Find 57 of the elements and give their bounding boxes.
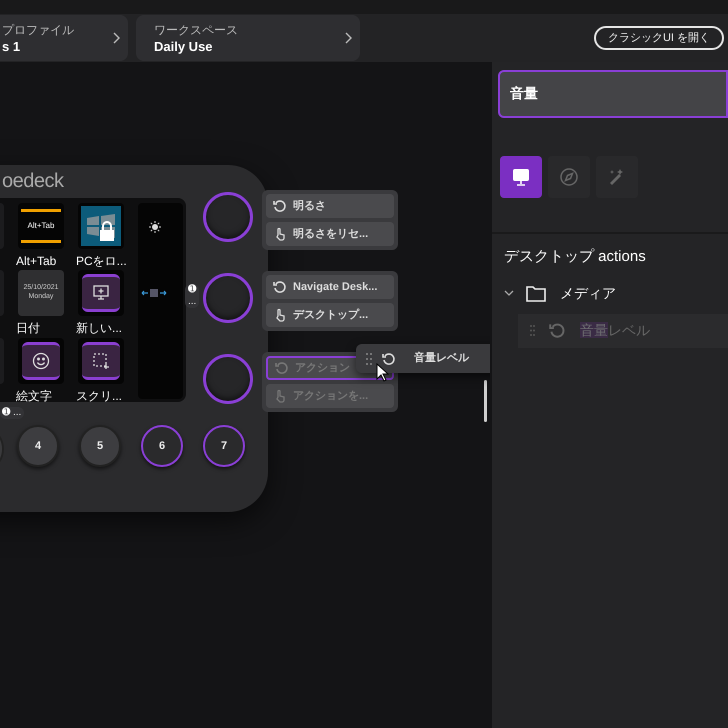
monitor-plus-icon — [92, 284, 110, 302]
action-label: 音量レベル — [580, 321, 650, 340]
page-number: ➊ — [188, 285, 196, 295]
search-field[interactable]: 音量 — [498, 70, 728, 118]
selector-value: s 1 — [2, 40, 22, 52]
os-monitor-icon — [511, 167, 531, 187]
dragged-action-card[interactable]: 音量レベル — [356, 344, 490, 373]
brightness-icon — [149, 221, 161, 233]
key-label: 日付 — [16, 320, 40, 337]
key-label: 絵文字 — [16, 388, 52, 405]
cursor-icon — [376, 363, 389, 382]
rotate-icon — [275, 361, 289, 375]
rotate-icon — [273, 199, 287, 213]
key-label: PCをロ... — [76, 253, 127, 270]
key-tile[interactable] — [78, 338, 124, 384]
section-title: デスクトップ actions — [504, 247, 647, 267]
rotate-icon — [382, 352, 396, 366]
action-slot[interactable]: 明るさをリセ... — [266, 222, 394, 246]
page-badge[interactable]: ➊ ... — [0, 407, 24, 419]
drag-handle-icon — [366, 352, 372, 364]
key-label: Alt+Tab — [16, 253, 56, 270]
key-tile[interactable] — [18, 338, 64, 384]
action-slot[interactable]: Navigate Desk... — [266, 275, 394, 299]
selector-label: ワークスペース — [154, 24, 238, 36]
workspace-selector[interactable]: ワークスペース Daily Use — [136, 15, 360, 61]
page-number: ➊ — [2, 408, 10, 418]
chevron-down-icon[interactable] — [504, 288, 514, 298]
compass-icon — [559, 167, 579, 187]
screenshot-icon — [92, 352, 110, 370]
smiley-icon — [32, 352, 50, 370]
action-slot[interactable]: デスクトップ... — [266, 303, 394, 327]
more-text: ... — [187, 297, 198, 307]
chevron-right-icon — [344, 32, 352, 44]
more-text: ... — [12, 408, 22, 418]
scrollbar-thumb[interactable] — [484, 380, 487, 422]
category-tab[interactable] — [500, 156, 542, 198]
selector-label: プロファイル — [2, 24, 74, 36]
key-label: 新しい... — [76, 320, 122, 337]
key-tile[interactable] — [78, 270, 124, 316]
key-text: Alt+Tab — [28, 220, 54, 232]
desktop-switch-icon — [141, 288, 167, 298]
selector-value: Daily Use — [154, 40, 214, 52]
key-tile[interactable] — [78, 203, 124, 249]
windows-lock-icon — [81, 206, 121, 246]
page-badge[interactable]: ➊ ... — [185, 284, 200, 308]
device-logo: oedeck — [2, 171, 64, 191]
classic-ui-button[interactable]: クラシックUI を開く — [594, 26, 724, 50]
chevron-right-icon — [112, 32, 120, 44]
profile-selector[interactable]: プロファイル s 1 — [0, 15, 128, 61]
rotate-icon — [549, 322, 566, 339]
folder-label[interactable]: メディア — [560, 282, 616, 304]
action-slot[interactable]: 明るさ — [266, 194, 394, 218]
key-label: スクリ... — [76, 388, 122, 405]
drag-handle-icon — [530, 325, 535, 336]
folder-icon — [526, 284, 546, 302]
key-tile[interactable]: Alt+Tab — [18, 203, 64, 249]
rotate-icon — [273, 280, 287, 294]
